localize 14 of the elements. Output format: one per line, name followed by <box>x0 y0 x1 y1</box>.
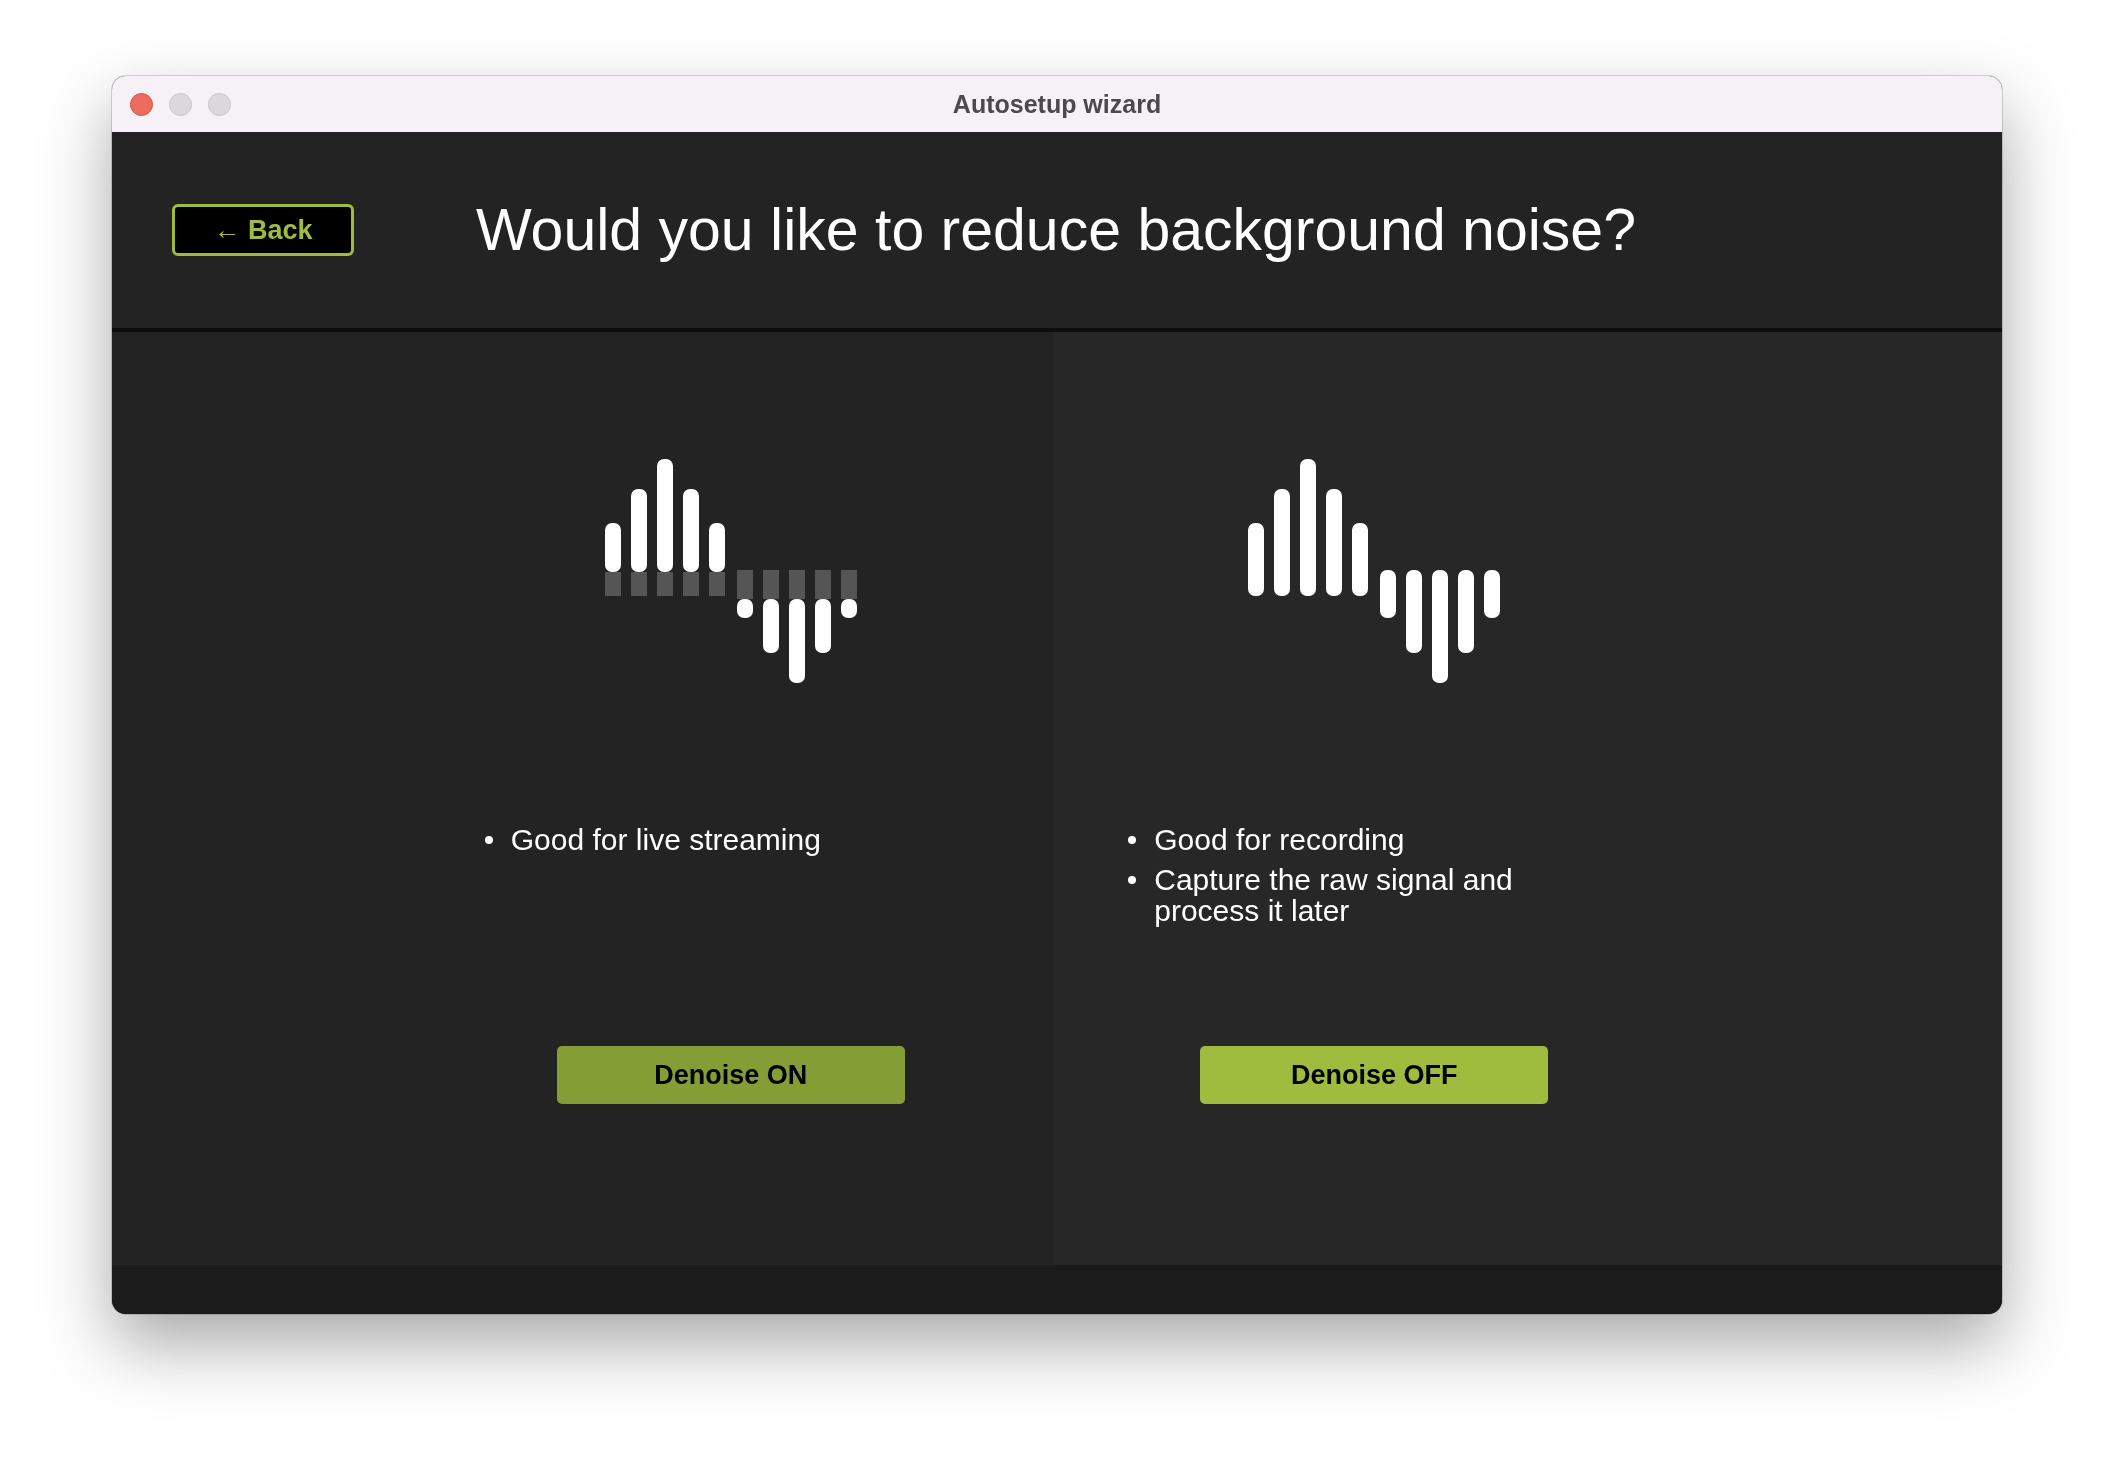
back-button[interactable]: ← Back <box>172 204 354 256</box>
bullet-text: Capture the raw signal and process it later <box>1154 864 1514 926</box>
minimize-button[interactable] <box>169 92 192 116</box>
denoise-button[interactable]: Denoise ON <box>556 1046 905 1104</box>
zoom-button[interactable] <box>208 92 231 116</box>
bullet-text: Good for recording <box>1154 824 1405 855</box>
page-heading: Would you like to reduce background noise? <box>476 196 1636 264</box>
denoise-button[interactable]: Denoise OFF <box>1200 1046 1549 1104</box>
bullet-icon <box>1128 836 1137 844</box>
bullet-text: Good for live streaming <box>510 824 821 855</box>
close-button[interactable] <box>130 92 153 116</box>
window-title: Autosetup wizard <box>952 89 1162 118</box>
bullet-icon <box>484 836 493 844</box>
bullet-icon <box>1128 876 1137 884</box>
